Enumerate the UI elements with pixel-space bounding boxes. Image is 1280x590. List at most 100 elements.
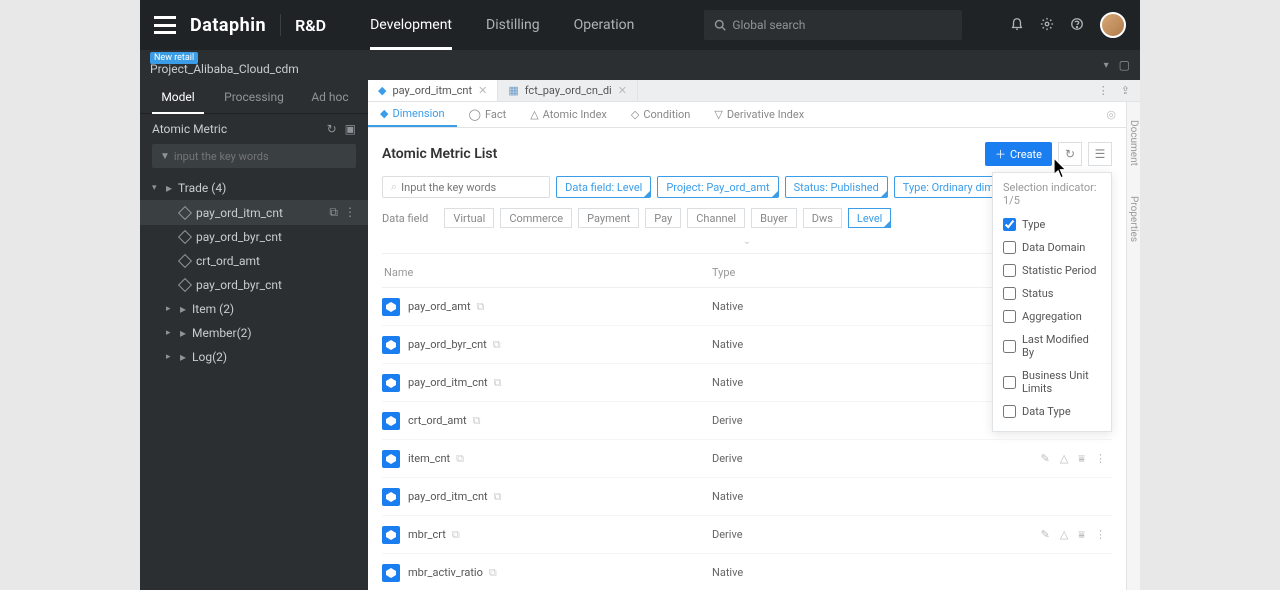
caret-icon: ▸ [166, 352, 174, 362]
close-icon[interactable]: ✕ [478, 84, 487, 97]
stats-icon[interactable]: ⩸ [1078, 452, 1085, 466]
dim-tab-condition[interactable]: ◇Condition [619, 102, 702, 127]
tree-group-item[interactable]: ▸ ▸ Item (2) [140, 297, 368, 321]
tag-pay[interactable]: Pay [645, 208, 681, 228]
columns-button[interactable]: ☰ [1088, 142, 1112, 166]
hierarchy-icon[interactable]: ⧉ [494, 376, 502, 390]
dropdown-item[interactable]: Business Unit Limits [1003, 364, 1101, 400]
filter-chip-project[interactable]: Project: Pay_ord_amt [657, 176, 778, 198]
more-icon[interactable]: ⋮ [344, 205, 356, 220]
gear-icon[interactable] [1040, 16, 1054, 35]
hierarchy-icon[interactable]: ⧉ [473, 414, 481, 428]
tree-item-metric[interactable]: pay_ord_byr_cnt [140, 273, 368, 297]
location-icon[interactable]: ◎ [1096, 102, 1126, 127]
edit-icon[interactable]: ✎ [1041, 452, 1050, 466]
right-tab-properties[interactable]: Properties [1128, 196, 1139, 242]
table-row[interactable]: item_cnt⧉Derive✎△⩸⋮ [382, 440, 1112, 478]
hierarchy-icon[interactable]: ⧉ [489, 566, 497, 580]
dropdown-item[interactable]: Status [1003, 282, 1101, 305]
bell-icon[interactable] [1010, 16, 1024, 35]
tree-group-member[interactable]: ▸ ▸ Member(2) [140, 321, 368, 345]
project-selector[interactable]: New retail Project_Alibaba_Cloud_cdm ▾ ▢ [140, 50, 1140, 80]
dropdown-item[interactable]: Data Type [1003, 400, 1101, 423]
copy-icon[interactable]: ⧉ [329, 205, 338, 220]
keyword-filter[interactable]: ⌕ [382, 176, 550, 198]
copy-icon[interactable]: ▢ [1119, 58, 1130, 72]
menu-icon[interactable] [154, 16, 176, 34]
dim-tab-derivative[interactable]: ▽Derivative Index [702, 102, 816, 127]
checkbox[interactable] [1003, 340, 1016, 353]
tag-virtual[interactable]: Virtual [444, 208, 494, 228]
derivative-icon: ▽ [714, 108, 722, 121]
warning-icon[interactable]: △ [1060, 528, 1068, 542]
file-tab[interactable]: ◆ pay_ord_itm_cnt ✕ [368, 80, 498, 101]
checkbox[interactable] [1003, 264, 1016, 277]
left-tab-model[interactable]: Model [140, 80, 216, 113]
checkbox[interactable] [1003, 218, 1016, 231]
more-icon[interactable]: ⋮ [1095, 452, 1106, 466]
filter-chip-datafield[interactable]: Data field: Level [556, 176, 651, 198]
tag-payment[interactable]: Payment [578, 208, 639, 228]
sidebar-filter-input[interactable] [174, 150, 348, 163]
edit-icon[interactable]: ✎ [1041, 528, 1050, 542]
nav-tab-distilling[interactable]: Distilling [486, 0, 540, 50]
hierarchy-icon[interactable]: ⧉ [494, 490, 502, 504]
checkbox[interactable] [1003, 287, 1016, 300]
checkbox[interactable] [1003, 241, 1016, 254]
dropdown-item[interactable]: Aggregation [1003, 305, 1101, 328]
file-tab[interactable]: ▦ fct_pay_ord_cn_di ✕ [498, 80, 638, 101]
keyword-filter-input[interactable] [401, 181, 541, 194]
checkbox[interactable] [1003, 310, 1016, 323]
tree-item-metric[interactable]: pay_ord_byr_cnt [140, 225, 368, 249]
tree-root-trade[interactable]: ▾ ▸ Trade (4) [140, 176, 368, 200]
add-icon[interactable]: ▣ [345, 122, 356, 136]
sidebar-filter[interactable]: ▼ [152, 144, 356, 168]
create-button[interactable]: ＋Create [985, 142, 1052, 166]
tag-commerce[interactable]: Commerce [500, 208, 572, 228]
left-tab-processing[interactable]: Processing [216, 80, 292, 113]
nav-tab-development[interactable]: Development [370, 0, 452, 50]
tag-channel[interactable]: Channel [687, 208, 745, 228]
more-icon[interactable]: ⋮ [1098, 84, 1109, 97]
metric-icon [382, 564, 400, 582]
hierarchy-icon[interactable]: ⧉ [493, 338, 501, 352]
close-icon[interactable]: ✕ [618, 84, 627, 97]
global-search-input[interactable] [732, 18, 952, 32]
more-icon[interactable]: ⋮ [1095, 528, 1106, 542]
export-icon[interactable]: ⇪ [1121, 84, 1130, 97]
dropdown-item[interactable]: Type [1003, 213, 1101, 236]
caret-icon: ▾ [152, 183, 160, 193]
tree-item-metric[interactable]: crt_ord_amt [140, 249, 368, 273]
global-search[interactable] [704, 10, 962, 40]
dim-tab-fact[interactable]: ◯Fact [457, 102, 519, 127]
warning-icon[interactable]: △ [1060, 452, 1068, 466]
refresh-icon[interactable]: ↻ [327, 122, 337, 136]
tree-group-log[interactable]: ▸ ▸ Log(2) [140, 345, 368, 369]
refresh-button[interactable]: ↻ [1058, 142, 1082, 166]
hierarchy-icon[interactable]: ⧉ [452, 528, 460, 542]
tag-buyer[interactable]: Buyer [751, 208, 797, 228]
checkbox[interactable] [1003, 405, 1016, 418]
hierarchy-icon[interactable]: ⧉ [477, 300, 485, 314]
left-tab-adhoc[interactable]: Ad hoc [292, 80, 368, 113]
filter-chip-status[interactable]: Status: Published [785, 176, 888, 198]
table-row[interactable]: mbr_crt⧉Derive✎△⩸⋮ [382, 516, 1112, 554]
help-icon[interactable] [1070, 16, 1084, 35]
dropdown-item[interactable]: Statistic Period [1003, 259, 1101, 282]
dropdown-item[interactable]: Data Domain [1003, 236, 1101, 259]
checkbox[interactable] [1003, 376, 1016, 389]
dropdown-item[interactable]: Last Modified By [1003, 328, 1101, 364]
table-row[interactable]: mbr_activ_ratio⧉Native [382, 554, 1112, 590]
dim-tab-dimension[interactable]: ◆Dimension [368, 102, 457, 127]
avatar[interactable] [1100, 12, 1126, 38]
right-tab-document[interactable]: Document [1128, 120, 1139, 166]
tree-item-metric[interactable]: pay_ord_itm_cnt ⧉⋮ [140, 200, 368, 225]
tree-item-label: pay_ord_byr_cnt [196, 230, 356, 244]
nav-tab-operation[interactable]: Operation [574, 0, 635, 50]
dim-tab-atomic[interactable]: △Atomic Index [518, 102, 619, 127]
tag-level[interactable]: Level [848, 208, 891, 228]
tag-dws[interactable]: Dws [803, 208, 842, 228]
stats-icon[interactable]: ⩸ [1078, 528, 1085, 542]
table-row[interactable]: pay_ord_itm_cnt⧉Native [382, 478, 1112, 516]
hierarchy-icon[interactable]: ⧉ [456, 452, 464, 466]
